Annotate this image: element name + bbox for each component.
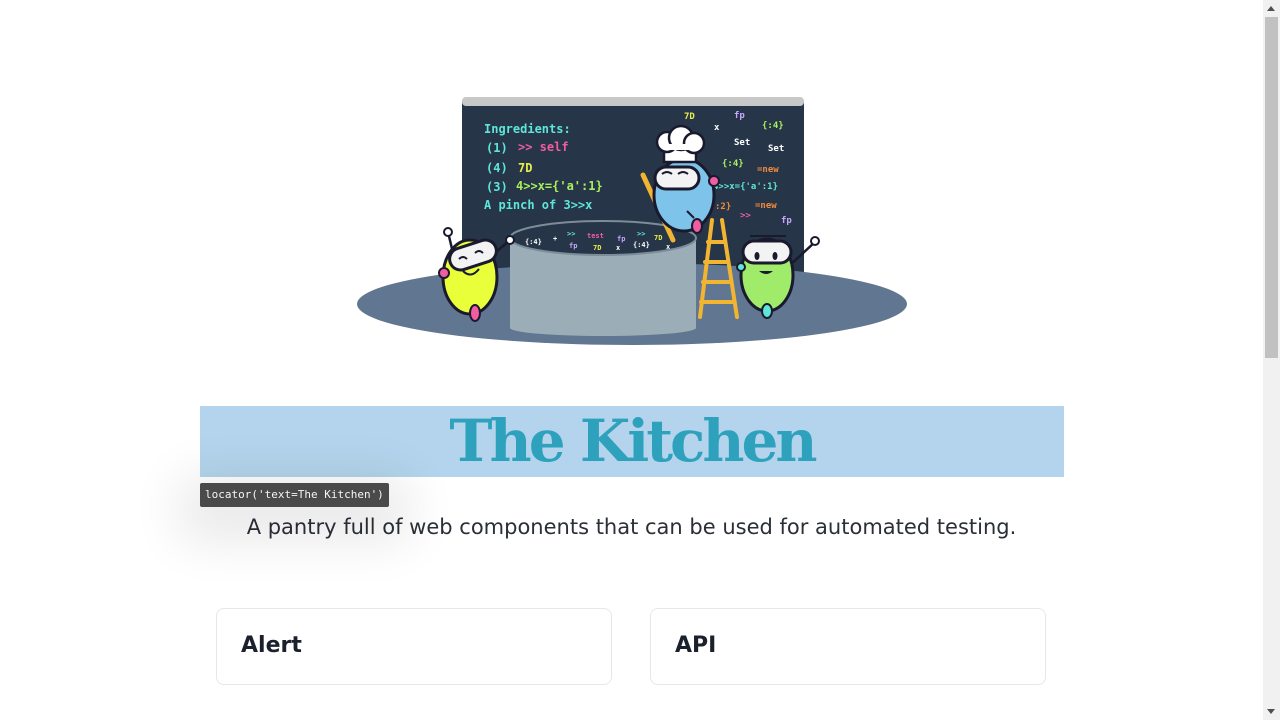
symbol-new-2: =new bbox=[755, 201, 777, 211]
hero-illustration: Ingredients: (1) >> self (4) 7D (3) 4>>x… bbox=[357, 97, 907, 345]
page-subtitle: A pantry full of web components that can… bbox=[246, 515, 1017, 539]
recipe-heading: Ingredients: bbox=[484, 122, 571, 136]
locator-tooltip: locator('text=The Kitchen') bbox=[200, 483, 389, 507]
scrollbar-thumb[interactable] bbox=[1265, 17, 1278, 358]
recipe-line2-text: 7D bbox=[518, 161, 532, 175]
pot-symbol-6: >> bbox=[637, 230, 645, 238]
page: Ingredients: (1) >> self (4) 7D (3) 4>>x… bbox=[0, 0, 1263, 720]
chevron-up-icon bbox=[1267, 6, 1275, 11]
symbol-close: :2} bbox=[715, 202, 731, 212]
card-title-alert: Alert bbox=[241, 633, 302, 658]
pot-symbol-3: >> bbox=[567, 230, 575, 238]
symbol-fp-2: fp bbox=[781, 216, 792, 226]
pot-symbol-2: + bbox=[553, 235, 557, 243]
pot-symbol-7: 7D bbox=[654, 234, 662, 242]
card-api[interactable]: API bbox=[650, 608, 1046, 685]
symbol-arrows: >> bbox=[740, 211, 751, 221]
symbol-brace-2: {:4} bbox=[722, 159, 744, 169]
scroll-down-button[interactable] bbox=[1263, 703, 1280, 720]
symbol-set: Set bbox=[734, 138, 750, 148]
recipe-line3-text: 4>>x={'a':1} bbox=[516, 179, 603, 193]
pot-symbol-8: fp bbox=[569, 242, 577, 250]
vertical-scrollbar[interactable] bbox=[1263, 0, 1280, 720]
pot-symbol-11: {:4} bbox=[633, 241, 650, 249]
pot-symbol-1: {:4} bbox=[525, 238, 542, 246]
pot-symbol-4: test bbox=[587, 232, 604, 240]
symbol-x: x bbox=[714, 123, 720, 133]
symbol-dict: 4>>x={'a':1} bbox=[713, 182, 778, 192]
symbol-brace: {:4} bbox=[762, 121, 784, 131]
title-banner: The Kitchen bbox=[200, 406, 1064, 477]
chalkboard-frame bbox=[462, 97, 804, 106]
recipe-line1-num: (1) bbox=[486, 141, 508, 155]
chevron-down-icon bbox=[1267, 709, 1275, 714]
pot-symbol-5: fp bbox=[617, 235, 625, 243]
recipe-line4: A pinch of 3>>x bbox=[484, 198, 592, 212]
symbol-set-2: Set bbox=[768, 144, 784, 154]
page-title: The Kitchen bbox=[449, 407, 817, 475]
symbol-7d: 7D bbox=[684, 112, 695, 122]
symbol-new: =new bbox=[757, 165, 779, 175]
recipe-line3-num: (3) bbox=[486, 180, 508, 194]
recipe-line2-num: (4) bbox=[486, 161, 508, 175]
card-title-api: API bbox=[675, 633, 717, 658]
symbol-fp: fp bbox=[734, 111, 745, 121]
scroll-up-button[interactable] bbox=[1263, 0, 1280, 17]
pot-symbol-9: 7D bbox=[593, 244, 601, 252]
recipe-line1-text: >> self bbox=[518, 140, 569, 154]
card-alert[interactable]: Alert bbox=[216, 608, 612, 685]
